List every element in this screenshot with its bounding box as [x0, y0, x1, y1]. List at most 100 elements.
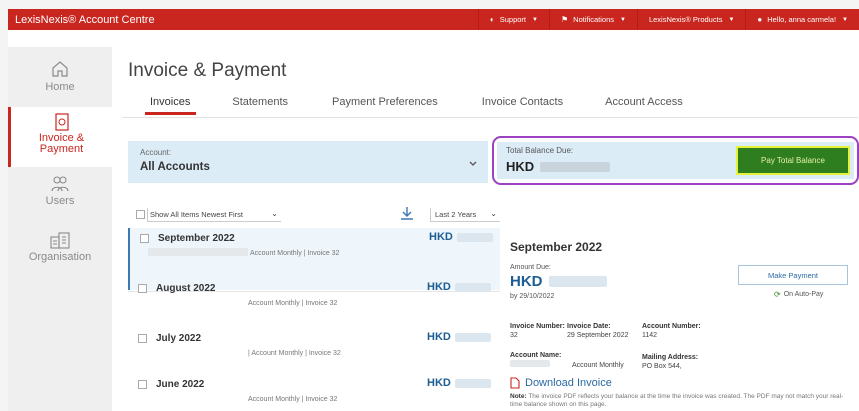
tab-statements[interactable]: Statements [232, 96, 288, 116]
tab-account-access[interactable]: Account Access [605, 96, 683, 116]
redacted-amount [454, 332, 491, 342]
row-checkbox[interactable] [138, 284, 147, 293]
invoice-month: August 2022 [156, 283, 216, 294]
account-name-label: Account Name: [510, 352, 562, 359]
row-checkbox[interactable] [140, 234, 149, 243]
tab-bar: Invoices Statements Payment Preferences … [128, 96, 683, 116]
date-range-select[interactable]: Last 2 Years ⌄ [430, 208, 500, 222]
autopay-status: ⟳ On Auto-Pay [774, 290, 823, 299]
sidebar-item-label: Users [45, 195, 75, 207]
invoice-row[interactable]: August 2022 Account Monthly | Invoice 32… [128, 278, 500, 322]
invoice-number-field: Invoice Number: 32 [510, 322, 565, 340]
sidebar-item-label: Home [45, 81, 75, 93]
filter-value: Show All Items Newest First [150, 210, 243, 219]
chevron-down-icon: ⌄ [271, 209, 278, 218]
invoice-currency: HKD [427, 377, 451, 389]
building-icon [50, 232, 70, 249]
invoice-row[interactable]: June 2022 Account Monthly | Invoice 32 H… [128, 374, 500, 411]
note-label: Note: [510, 393, 527, 400]
redacted-text [510, 360, 550, 367]
users-icon [51, 176, 69, 192]
user-menu[interactable]: ● Hello, anna carmela! ▼ [745, 9, 859, 30]
invoice-icon [54, 113, 69, 131]
row-checkbox[interactable] [138, 380, 147, 389]
invoice-currency: HKD [429, 231, 453, 243]
amount-due-value: HKD [510, 273, 607, 290]
user-icon: ● [757, 15, 763, 24]
row-checkbox[interactable] [138, 334, 147, 343]
invoice-detail-pane: September 2022 Amount Due: HKD by 29/10/… [502, 227, 859, 411]
account-number-field: Account Number: 1142 [642, 322, 701, 340]
invoice-amount: HKD [427, 331, 491, 343]
chevron-down-icon: ▼ [620, 16, 626, 23]
invoice-date-field: Invoice Date: 29 September 2022 [567, 322, 629, 340]
flag-icon: ⚑ [560, 15, 569, 24]
redacted-text [148, 248, 248, 256]
invoice-currency: HKD [427, 331, 451, 343]
sidebar-item-users[interactable]: Users [8, 169, 112, 221]
chevron-down-icon: ⌄ [490, 209, 497, 218]
tab-payment-preferences[interactable]: Payment Preferences [332, 96, 438, 116]
tab-divider [122, 117, 858, 118]
invoice-month: July 2022 [156, 333, 202, 344]
invoice-note: Note: The invoice PDF reflects your bala… [510, 393, 855, 409]
notifications-label: Notifications [573, 15, 615, 24]
date-range-value: Last 2 Years [435, 210, 477, 219]
sidebar-item-home[interactable]: Home [8, 55, 112, 107]
products-label: LexisNexis® Products [648, 15, 723, 24]
note-text: The invoice PDF reflects your balance at… [510, 393, 844, 408]
sidebar: Home Invoice & Payment Users Organisatio… [8, 47, 112, 411]
pdf-icon [510, 377, 520, 389]
invoice-subtitle: | Account Monthly | Invoice 32 [248, 350, 341, 357]
invoice-date-value: 29 September 2022 [567, 332, 629, 339]
invoice-row[interactable]: July 2022 | Account Monthly | Invoice 32… [128, 328, 500, 372]
make-payment-button[interactable]: Make Payment [738, 265, 848, 285]
chevron-down-icon [469, 161, 477, 166]
support-menu[interactable]: ◐ Support ▼ [477, 9, 549, 30]
balance-label: Total Balance Due: [506, 146, 574, 155]
invoice-month: September 2022 [158, 233, 235, 244]
filter-select[interactable]: Show All Items Newest First ⌄ [147, 208, 281, 222]
mailing-address-value: PO Box 544, [642, 363, 682, 370]
balance-currency: HKD [506, 159, 535, 174]
download-icon[interactable] [399, 205, 415, 221]
pay-total-balance-button[interactable]: Pay Total Balance [736, 146, 850, 175]
brand-title[interactable]: LexisNexis® Account Centre [8, 14, 478, 26]
download-invoice-label: Download Invoice [525, 377, 612, 389]
redacted-amount [454, 282, 491, 292]
top-nav: ◐ Support ▼ ⚑ Notifications ▼ LexisNexis… [477, 9, 859, 30]
tab-invoices[interactable]: Invoices [144, 96, 197, 116]
redacted-amount [456, 232, 493, 242]
sidebar-item-label-2: Payment [39, 143, 84, 155]
select-all-checkbox[interactable] [136, 210, 145, 219]
amount-due-label: Amount Due: [510, 264, 551, 271]
invoice-number-value: 32 [510, 332, 518, 339]
account-value: All Accounts [140, 161, 210, 173]
download-invoice-link[interactable]: Download Invoice [510, 377, 612, 389]
tab-invoice-contacts[interactable]: Invoice Contacts [482, 96, 563, 116]
invoice-amount: HKD [429, 231, 493, 243]
notifications-menu[interactable]: ⚑ Notifications ▼ [548, 9, 637, 30]
mailing-address-label: Mailing Address: [642, 354, 699, 361]
sidebar-item-organisation[interactable]: Organisation [8, 225, 112, 277]
balance-value: HKD [506, 159, 611, 174]
account-select[interactable]: Account: All Accounts [128, 141, 488, 183]
sidebar-item-invoice-payment[interactable]: Invoice & Payment [8, 107, 112, 167]
account-name-field: Account Name: Account Monthly [510, 351, 624, 370]
mailing-address-field: Mailing Address: PO Box 544, [642, 353, 698, 371]
support-icon: ◐ [489, 15, 495, 24]
autopay-label: On Auto-Pay [783, 291, 824, 298]
invoice-amount: HKD [427, 281, 491, 293]
invoice-subtitle: Account Monthly | Invoice 32 [248, 300, 338, 307]
account-name-value: Account Monthly [571, 362, 624, 369]
redacted-amount [540, 161, 611, 172]
detail-title: September 2022 [510, 240, 603, 254]
invoice-amount: HKD [427, 377, 491, 389]
user-greeting: Hello, anna carmela! [767, 15, 837, 24]
products-menu[interactable]: LexisNexis® Products ▼ [636, 9, 745, 30]
home-icon [52, 61, 68, 77]
account-number-value: 1142 [642, 332, 658, 339]
total-balance-panel: Total Balance Due: HKD Pay Total Balance [492, 136, 859, 185]
total-balance-inner: Total Balance Due: HKD Pay Total Balance [497, 142, 854, 179]
sidebar-item-label: Organisation [28, 251, 92, 263]
